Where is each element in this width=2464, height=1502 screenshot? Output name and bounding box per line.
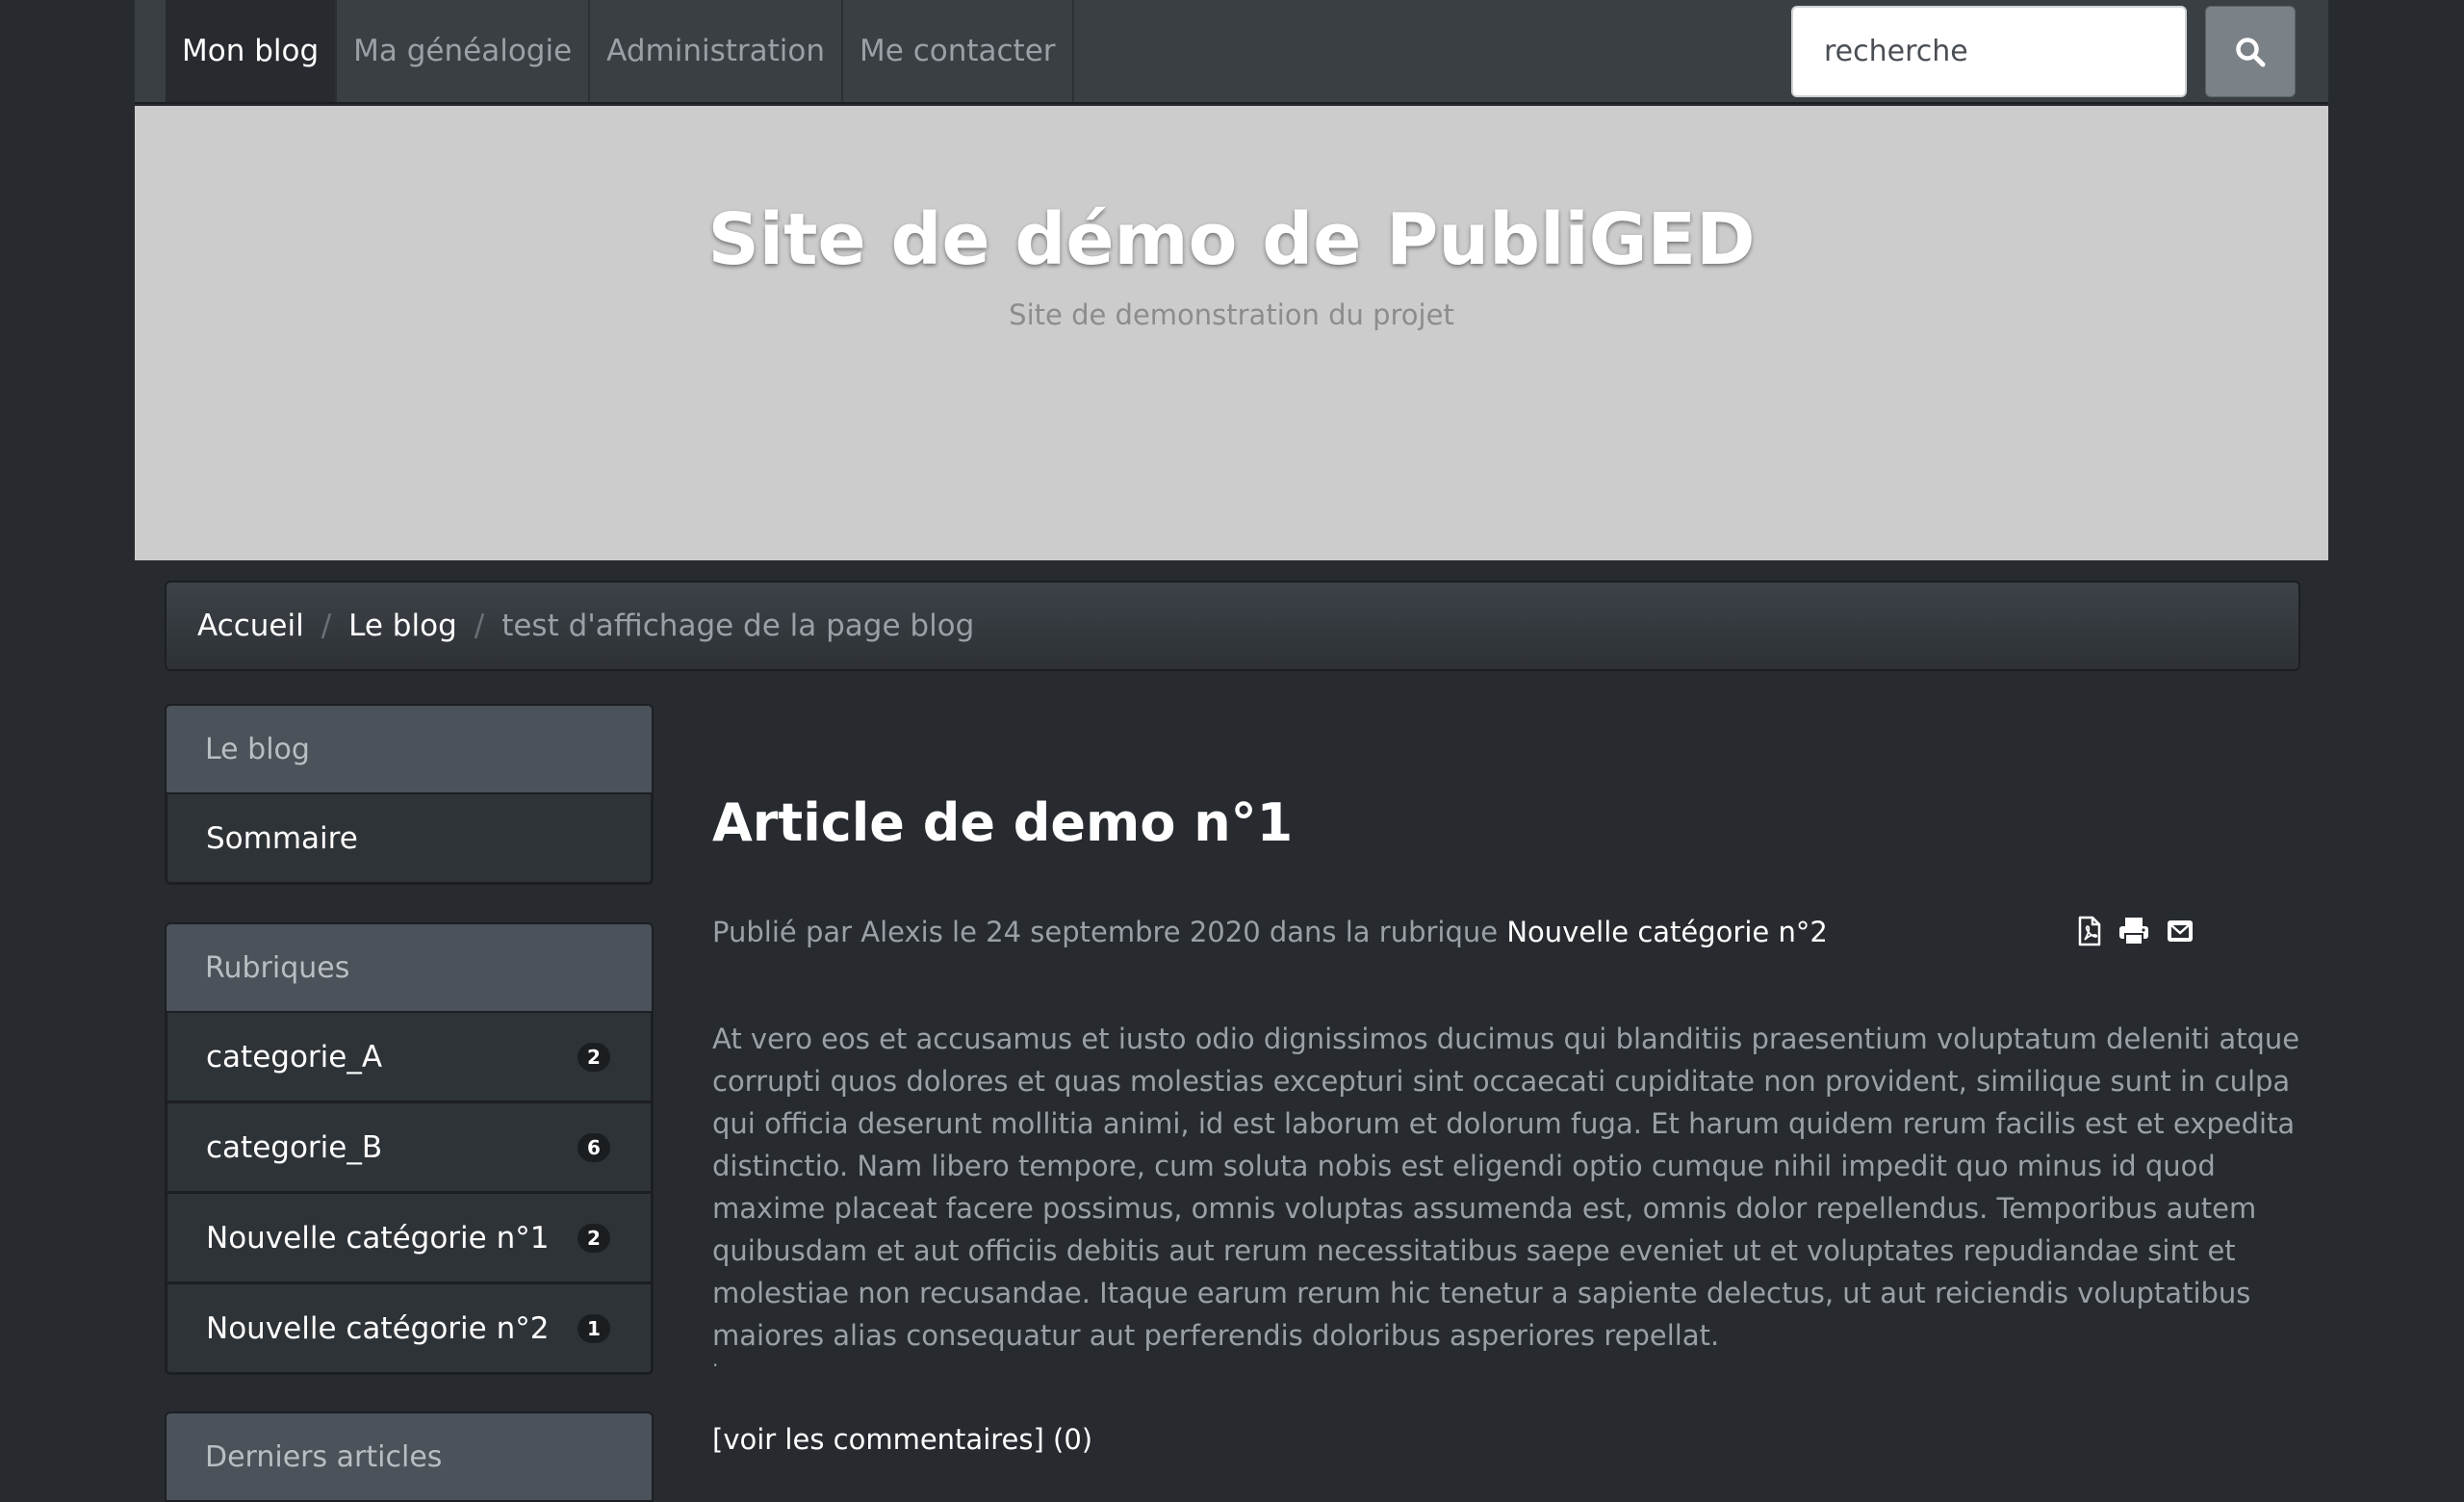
article-body: At vero eos et accusamus et iusto odio d… <box>712 1023 2300 1352</box>
panel-header-rubriques: Rubriques <box>165 922 654 1013</box>
search-icon <box>2236 37 2266 66</box>
article-category-link[interactable]: Nouvelle catégorie n°2 <box>1506 916 1827 948</box>
print-icon[interactable] <box>2118 916 2150 946</box>
article-meta: Publié par Alexis le 24 septembre 2020 d… <box>712 916 1828 948</box>
nav-item-mon-blog[interactable]: Mon blog <box>166 0 338 102</box>
article-title: Article de demo n°1 <box>712 792 1294 853</box>
count-badge: 1 <box>578 1313 610 1343</box>
comments-count: (0) <box>1043 1423 1093 1456</box>
sidebar-item-sommaire[interactable]: Sommaire <box>165 794 654 885</box>
count-badge: 6 <box>578 1132 610 1162</box>
nav-item-me-contacter[interactable]: Me contacter <box>843 0 1074 102</box>
sidebar-panel-recent: Derniers articles <box>165 1411 654 1502</box>
breadcrumb-link-accueil[interactable]: Accueil <box>197 609 304 643</box>
pdf-icon[interactable] <box>2077 916 2102 946</box>
search-button[interactable] <box>2205 6 2296 97</box>
sidebar-item-label: categorie_B <box>206 1129 383 1165</box>
breadcrumb-link-le-blog[interactable]: Le blog <box>348 609 457 643</box>
sidebar-item-label: Nouvelle catégorie n°1 <box>206 1220 550 1256</box>
top-navbar: Mon blog Ma généalogie Administration Me… <box>135 0 2328 104</box>
article-meta-text: Publié par Alexis le 24 septembre 2020 d… <box>712 916 1507 948</box>
nav-item-administration[interactable]: Administration <box>590 0 844 102</box>
breadcrumb-separator: / <box>474 609 485 643</box>
sidebar-item-categorie-b[interactable]: categorie_B 6 <box>165 1103 654 1194</box>
comments-link-label[interactable]: [voir les commentaires] <box>712 1423 1044 1456</box>
nav-item-ma-genealogie[interactable]: Ma généalogie <box>337 0 591 102</box>
sidebar-panel-rubriques: Rubriques categorie_A 2 categorie_B 6 No… <box>165 922 654 1375</box>
breadcrumb: Accueil / Le blog / test d'affichage de … <box>165 581 2300 671</box>
article-body-trailing-dot: . <box>712 1348 719 1371</box>
nav-menu: Mon blog Ma généalogie Administration Me… <box>166 0 1074 102</box>
sidebar-item-nouvelle-categorie-1[interactable]: Nouvelle catégorie n°1 2 <box>165 1194 654 1284</box>
email-icon[interactable] <box>2166 918 2194 945</box>
article-actions <box>2077 916 2194 946</box>
sidebar-item-categorie-a[interactable]: categorie_A 2 <box>165 1013 654 1103</box>
hero-banner: Site de démo de PubliGED Site de demonst… <box>135 106 2328 560</box>
sidebar-item-label: Nouvelle catégorie n°2 <box>206 1310 550 1346</box>
search-input[interactable] <box>1791 6 2187 97</box>
sidebar-item-label: categorie_A <box>206 1039 383 1075</box>
sidebar-item-nouvelle-categorie-2[interactable]: Nouvelle catégorie n°2 1 <box>165 1284 654 1375</box>
comments-link[interactable]: [voir les commentaires] (0) <box>712 1423 1092 1456</box>
site-title: Site de démo de PubliGED <box>707 198 1756 281</box>
site-subtitle: Site de demonstration du projet <box>1009 298 1454 331</box>
breadcrumb-separator: / <box>321 609 332 643</box>
panel-header-derniers-articles: Derniers articles <box>165 1411 654 1502</box>
sidebar-panel-blog: Le blog Sommaire <box>165 704 654 885</box>
panel-header-blog: Le blog <box>165 704 654 794</box>
count-badge: 2 <box>578 1042 610 1072</box>
count-badge: 2 <box>578 1223 610 1253</box>
breadcrumb-current: test d'affichage de la page blog <box>501 609 975 643</box>
